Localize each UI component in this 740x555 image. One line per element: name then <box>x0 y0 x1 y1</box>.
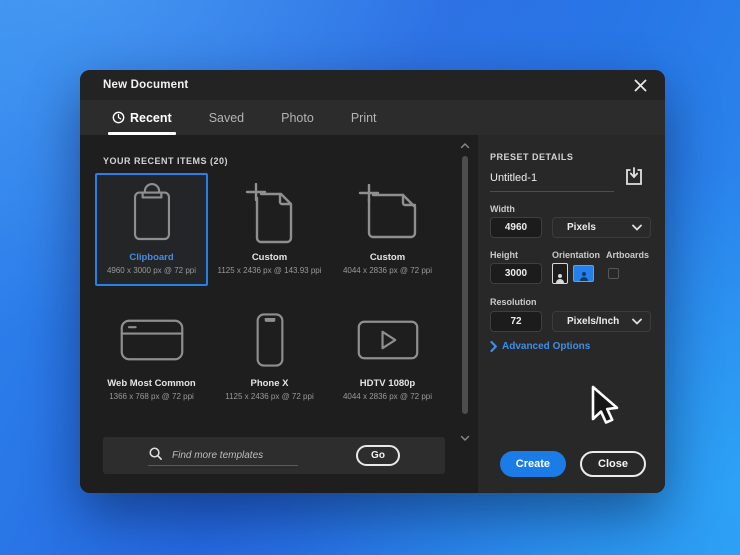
chevron-right-icon <box>490 341 497 352</box>
tab-label: Recent <box>130 110 172 125</box>
tv-play-icon <box>357 320 418 359</box>
item-dimensions: 4044 x 2836 px @ 72 ppi <box>342 266 433 275</box>
height-input[interactable] <box>490 263 542 284</box>
recent-item-hdtv-1080p[interactable]: HDTV 1080p 4044 x 2836 px @ 72 ppi <box>331 299 444 412</box>
go-button[interactable]: Go <box>356 445 400 466</box>
tab-photo[interactable]: Photo <box>281 100 314 135</box>
create-button[interactable]: Create <box>499 451 567 477</box>
recent-item-clipboard[interactable]: Clipboard 4960 x 3000 px @ 72 ppi <box>95 173 208 286</box>
scroll-up-icon[interactable] <box>460 142 470 150</box>
dialog-actions: Create Close <box>499 451 646 477</box>
close-dialog-icon[interactable] <box>630 75 650 95</box>
item-name: Custom <box>369 252 406 263</box>
item-name: HDTV 1080p <box>359 378 416 389</box>
tab-label: Saved <box>208 110 245 125</box>
preset-details-header: PRESET DETAILS <box>490 152 574 162</box>
clock-icon <box>112 111 125 124</box>
recent-items-grid: Clipboard 4960 x 3000 px @ 72 ppi Custom… <box>95 173 444 412</box>
person-glyph <box>556 274 564 283</box>
preset-details-panel: PRESET DETAILS Untitled-1 Width Pixels H… <box>478 135 665 493</box>
document-landscape-crop-icon <box>358 183 416 238</box>
tab-recent[interactable]: Recent <box>108 100 176 135</box>
recent-item-phone-x[interactable]: Phone X 1125 x 2436 px @ 72 ppi <box>213 299 326 412</box>
search-field[interactable] <box>148 446 298 466</box>
width-input[interactable] <box>490 217 542 238</box>
orientation-toggle <box>552 263 594 284</box>
tab-label: Photo <box>281 110 314 125</box>
orientation-portrait-icon[interactable] <box>552 263 568 284</box>
orientation-landscape-icon[interactable] <box>573 265 594 282</box>
width-unit-value: Pixels <box>567 222 596 233</box>
artboards-checkbox[interactable] <box>608 268 619 279</box>
advanced-options-link[interactable]: Advanced Options <box>490 341 590 352</box>
tab-print[interactable]: Print <box>351 100 377 135</box>
item-name: Phone X <box>250 378 289 389</box>
item-dimensions: 1125 x 2436 px @ 72 ppi <box>225 392 314 401</box>
search-icon <box>149 446 162 460</box>
artboards-label: Artboards <box>606 250 650 260</box>
resolution-unit-value: Pixels/Inch <box>567 316 620 327</box>
save-preset-icon[interactable] <box>624 166 644 186</box>
tab-saved[interactable]: Saved <box>209 100 244 135</box>
width-unit-dropdown[interactable]: Pixels <box>552 217 651 238</box>
advanced-options-label: Advanced Options <box>502 341 591 352</box>
smartphone-icon <box>256 312 283 367</box>
item-name: Custom <box>251 252 288 263</box>
document-name-field[interactable]: Untitled-1 <box>490 172 614 192</box>
dialog-title: New Document <box>103 79 189 91</box>
person-glyph <box>579 272 588 281</box>
recent-item-web-most-common[interactable]: Web Most Common 1366 x 768 px @ 72 ppi <box>95 299 208 412</box>
resolution-unit-dropdown[interactable]: Pixels/Inch <box>552 311 651 332</box>
new-document-dialog: New Document Recent Saved Photo Print YO… <box>80 70 665 493</box>
resolution-label: Resolution <box>490 297 537 307</box>
dialog-tabs: Recent Saved Photo Print <box>80 100 665 135</box>
item-dimensions: 1125 x 2436 px @ 143.93 ppi <box>217 266 322 275</box>
height-label: Height <box>490 250 518 260</box>
width-label: Width <box>490 204 515 214</box>
item-dimensions: 1366 x 768 px @ 72 ppi <box>109 392 194 401</box>
clipboard-icon <box>133 182 170 240</box>
recent-items-header: YOUR RECENT ITEMS (20) <box>103 156 229 166</box>
recent-item-custom-2[interactable]: Custom 4044 x 2836 px @ 72 ppi <box>331 173 444 286</box>
recent-items-scrollbar[interactable] <box>460 142 470 442</box>
recent-item-custom-1[interactable]: Custom 1125 x 2436 px @ 143.93 ppi <box>213 173 326 286</box>
chevron-down-icon <box>632 224 642 231</box>
browser-window-icon <box>120 319 183 360</box>
resolution-input[interactable] <box>490 311 542 332</box>
scrollbar-thumb[interactable] <box>462 156 468 414</box>
chevron-down-icon <box>632 318 642 325</box>
document-portrait-crop-icon <box>245 182 292 243</box>
search-input[interactable] <box>172 449 290 461</box>
dialog-titlebar: New Document <box>80 70 665 100</box>
tab-label: Print <box>350 110 377 125</box>
recent-items-panel: YOUR RECENT ITEMS (20) Clipboard 4960 x … <box>80 135 478 493</box>
close-button[interactable]: Close <box>580 451 646 477</box>
orientation-label: Orientation <box>552 250 601 260</box>
template-search-bar: Go <box>103 437 445 474</box>
item-name: Clipboard <box>129 252 174 263</box>
item-name: Web Most Common <box>107 378 196 389</box>
item-dimensions: 4044 x 2836 px @ 72 ppi <box>342 392 433 401</box>
scroll-down-icon[interactable] <box>460 434 470 442</box>
item-dimensions: 4960 x 3000 px @ 72 ppi <box>106 266 197 275</box>
